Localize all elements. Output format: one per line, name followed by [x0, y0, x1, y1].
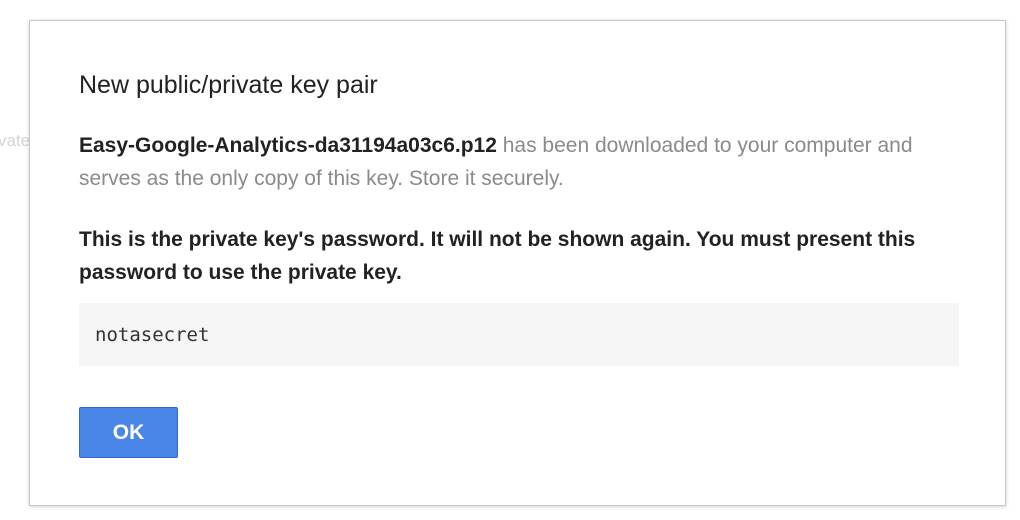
background-partial-text: vate: [0, 131, 31, 150]
ok-button[interactable]: OK: [79, 407, 178, 458]
password-warning: This is the private key's password. It w…: [79, 228, 916, 284]
key-pair-dialog: New public/private key pair Easy-Google-…: [29, 20, 1006, 506]
download-description: Easy-Google-Analytics-da31194a03c6.p12 h…: [79, 129, 969, 195]
dialog-title: New public/private key pair: [79, 71, 378, 99]
password-field[interactable]: notasecret: [79, 303, 959, 366]
key-filename: Easy-Google-Analytics-da31194a03c6.p12: [79, 134, 497, 157]
password-value[interactable]: notasecret: [95, 324, 209, 346]
